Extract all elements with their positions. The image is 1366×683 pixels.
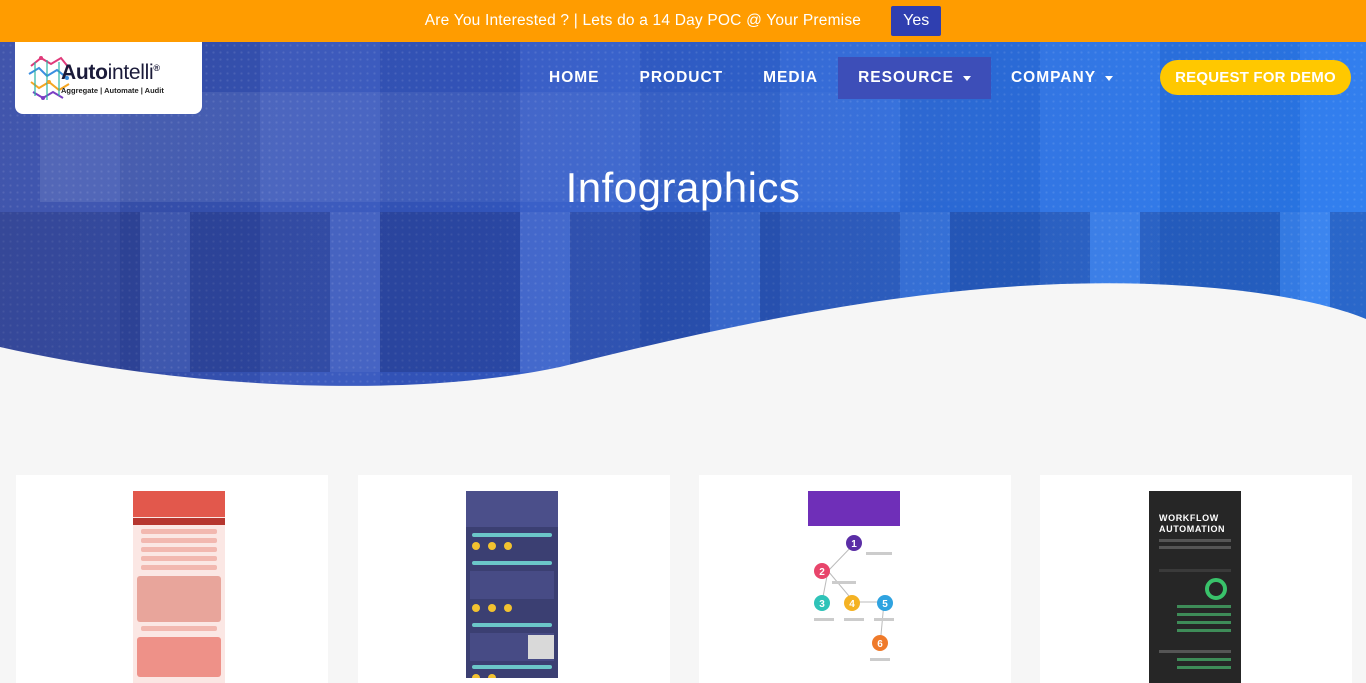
nav-label: MEDIA — [763, 69, 819, 86]
hero-wave-divider — [0, 283, 1366, 402]
nav-label: RESOURCE — [858, 69, 954, 86]
nav-label: PRODUCT — [639, 69, 724, 86]
thumb-row — [141, 565, 217, 570]
step-number: 5 — [882, 599, 888, 610]
thumb-dot — [472, 604, 480, 612]
nav-label: HOME — [549, 69, 600, 86]
thumb-row — [141, 538, 217, 543]
thumb-dot — [472, 674, 480, 678]
main-nav: HOME PRODUCT MEDIA RESOURCE COMPANY — [529, 57, 1133, 99]
step-number: 4 — [849, 599, 855, 610]
promo-banner-text: Are You Interested ? | Lets do a 14 Day … — [424, 12, 862, 29]
top-promo-banner: Are You Interested ? | Lets do a 14 Day … — [0, 0, 1366, 42]
thumb-row — [141, 556, 217, 561]
thumb-line — [1159, 650, 1231, 653]
nav-item-home[interactable]: HOME — [529, 57, 620, 99]
thumb-row — [141, 529, 217, 534]
thumb-line — [1159, 569, 1231, 572]
step-number: 2 — [819, 567, 825, 578]
thumb-block — [137, 576, 221, 622]
thumb-line — [1177, 658, 1231, 661]
thumb-header — [808, 491, 900, 526]
thumb-header — [466, 491, 558, 527]
nav-item-product[interactable]: PRODUCT — [620, 57, 744, 99]
infographic-card[interactable]: 1 2 3 4 5 6 — [699, 475, 1011, 683]
thumb-block — [137, 637, 221, 677]
thumb-row — [141, 626, 217, 631]
nav-item-company[interactable]: COMPANY — [991, 57, 1133, 99]
caret-down-icon — [1105, 75, 1114, 81]
thumb-title: WORKFLOW AUTOMATION — [1159, 513, 1226, 534]
thumb-dot — [488, 542, 496, 550]
yes-button[interactable]: Yes — [891, 6, 942, 36]
thumb-line — [472, 623, 552, 627]
thumb-header — [133, 491, 225, 517]
thumb-dot — [488, 604, 496, 612]
thumb-band — [133, 518, 225, 525]
steps-diagram: 1 2 3 4 5 6 — [814, 535, 894, 661]
infographic-thumbnail[interactable] — [133, 491, 225, 683]
logo-wordmark: Autointelli® — [61, 61, 164, 85]
thumb-line — [1177, 629, 1231, 632]
thumb-row — [141, 547, 217, 552]
logo-word-auto: Auto — [61, 61, 108, 84]
infographic-thumbnail[interactable]: 1 2 3 4 5 6 — [808, 491, 900, 683]
thumb-dot — [504, 604, 512, 612]
caret-down-icon — [962, 75, 971, 81]
thumb-line — [1177, 621, 1231, 624]
brand-logo[interactable]: Autointelli® Aggregate | Automate | Audi… — [15, 42, 202, 114]
thumb-line — [1177, 613, 1231, 616]
logo-registered-mark: ® — [153, 63, 160, 73]
thumb-ring-icon — [1205, 578, 1227, 600]
thumb-line — [1159, 539, 1231, 542]
infographic-card[interactable] — [16, 475, 328, 683]
thumb-dot — [488, 674, 496, 678]
thumb-line — [1177, 605, 1231, 608]
logo-tagline: Aggregate | Automate | Audit — [61, 86, 164, 95]
thumb-panel — [470, 571, 554, 599]
logo-word-intelli: intelli — [107, 61, 154, 84]
page-title: Infographics — [565, 164, 801, 211]
nav-item-resource[interactable]: RESOURCE — [838, 57, 991, 99]
request-demo-button[interactable]: REQUEST FOR DEMO — [1160, 60, 1351, 95]
nav-item-media[interactable]: MEDIA — [743, 57, 838, 99]
thumb-line — [1159, 546, 1231, 549]
thumb-photo — [528, 635, 554, 659]
step-number: 3 — [819, 599, 825, 610]
infographic-card[interactable]: WORKFLOW AUTOMATION — [1040, 475, 1352, 683]
thumb-dot — [472, 542, 480, 550]
nav-label: COMPANY — [1010, 69, 1097, 86]
step-number: 6 — [877, 639, 883, 650]
thumb-line — [472, 561, 552, 565]
thumb-dot — [504, 542, 512, 550]
infographic-thumbnail[interactable]: WORKFLOW AUTOMATION — [1149, 491, 1241, 683]
infographic-thumbnail[interactable] — [466, 491, 558, 678]
step-number: 1 — [851, 539, 857, 550]
infographic-card[interactable] — [358, 475, 670, 683]
thumb-line — [1177, 666, 1231, 669]
